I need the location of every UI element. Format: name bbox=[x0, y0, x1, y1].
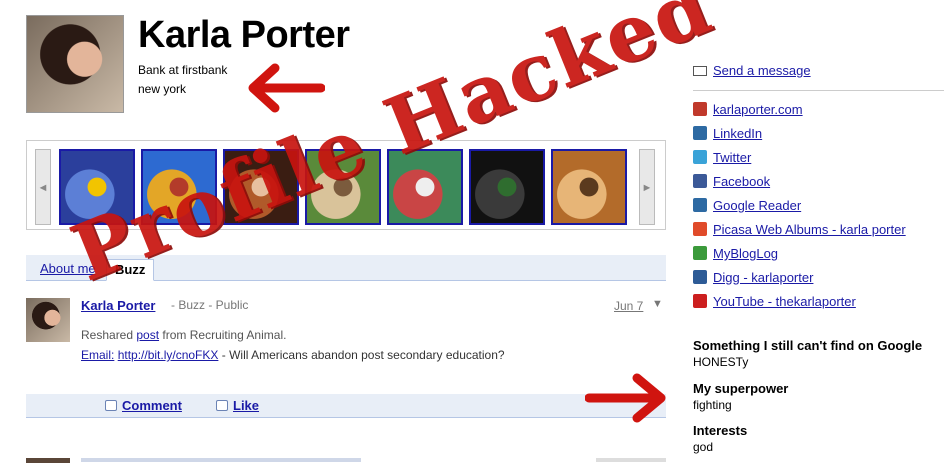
sidebar-divider bbox=[693, 90, 944, 91]
post-actions-bar: Comment Like bbox=[26, 394, 666, 418]
fact-heading: My superpower bbox=[693, 381, 789, 396]
strip-prev-button[interactable]: ◄ bbox=[35, 149, 51, 225]
next-post-avatar[interactable] bbox=[26, 458, 70, 463]
fact-heading: Interests bbox=[693, 423, 748, 438]
photo-thumbnail[interactable] bbox=[469, 149, 545, 225]
fact-value: HONESTy bbox=[693, 355, 749, 369]
profile-link-label[interactable]: Google Reader bbox=[713, 198, 801, 213]
profile-link-item[interactable]: Picasa Web Albums - karla porter bbox=[693, 222, 906, 246]
envelope-icon bbox=[693, 66, 707, 76]
linkedin-icon bbox=[693, 126, 707, 140]
profile-link-item[interactable]: Facebook bbox=[693, 174, 906, 198]
profile-link-label[interactable]: Facebook bbox=[713, 174, 770, 189]
profile-link-label[interactable]: MyBlogLog bbox=[713, 246, 778, 261]
profile-link-item[interactable]: Twitter bbox=[693, 150, 906, 174]
post-date-link[interactable]: Jun 7 bbox=[614, 299, 643, 313]
digg-icon bbox=[693, 270, 707, 284]
fact-value: god bbox=[693, 440, 714, 454]
fact-heading: Something I still can't find on Google bbox=[693, 338, 923, 353]
profile-photo[interactable] bbox=[26, 15, 124, 113]
like-label: Like bbox=[233, 398, 260, 413]
twitter-icon bbox=[693, 150, 707, 164]
comment-button[interactable]: Comment bbox=[105, 398, 182, 413]
youtube-icon bbox=[693, 294, 707, 308]
photo-thumbnail[interactable] bbox=[551, 149, 627, 225]
reshare-post-link[interactable]: post bbox=[136, 328, 159, 342]
post-author-link[interactable]: Karla Porter bbox=[81, 298, 155, 313]
post-avatar[interactable] bbox=[26, 298, 70, 342]
next-post-date bbox=[596, 458, 666, 462]
reshare-text: Reshared bbox=[81, 328, 137, 342]
profile-link-item[interactable]: karlaporter.com bbox=[693, 102, 906, 126]
profile-link-item[interactable]: Digg - karlaporter bbox=[693, 270, 906, 294]
like-icon bbox=[216, 400, 228, 411]
picasa-icon bbox=[693, 222, 707, 236]
profile-link-item[interactable]: Google Reader bbox=[693, 198, 906, 222]
google-reader-icon bbox=[693, 198, 707, 212]
comment-label: Comment bbox=[122, 398, 182, 413]
profile-link-label[interactable]: Twitter bbox=[713, 150, 751, 165]
strip-next-button[interactable]: ► bbox=[639, 149, 655, 225]
send-message-row[interactable]: Send a message bbox=[693, 63, 811, 78]
site-icon bbox=[693, 102, 707, 116]
profile-link-label[interactable]: YouTube - thekarlaporter bbox=[713, 294, 856, 309]
profile-sidebar: Send a message karlaporter.com LinkedIn Tw… bbox=[693, 0, 944, 463]
profile-location: new york bbox=[138, 82, 187, 96]
next-post-partial bbox=[26, 458, 666, 463]
post-menu-icon[interactable]: ▼ bbox=[652, 298, 663, 310]
facebook-icon bbox=[693, 174, 707, 188]
profile-link-item[interactable]: LinkedIn bbox=[693, 126, 906, 150]
comment-icon bbox=[105, 400, 117, 411]
profile-links-list: karlaporter.com LinkedIn Twitter Facebook Go… bbox=[693, 102, 906, 318]
profile-link-item[interactable]: MyBlogLog bbox=[693, 246, 906, 270]
post-body-text: - Will Americans abandon post secondary … bbox=[218, 348, 505, 362]
profile-name: Karla Porter bbox=[138, 14, 350, 56]
right-arrow-annotation bbox=[585, 373, 666, 423]
post-body-line: Email: http://bit.ly/cnoFKX - Will Ameri… bbox=[81, 348, 641, 362]
profile-link-item[interactable]: YouTube - thekarlaporter bbox=[693, 294, 906, 318]
profile-link-label[interactable]: LinkedIn bbox=[713, 126, 762, 141]
profile-link-label[interactable]: Digg - karlaporter bbox=[713, 270, 813, 285]
profile-link-label[interactable]: Picasa Web Albums - karla porter bbox=[713, 222, 906, 237]
email-label-link[interactable]: Email: bbox=[81, 348, 114, 362]
post-source: - Buzz - Public bbox=[171, 298, 249, 312]
like-button[interactable]: Like bbox=[216, 398, 259, 413]
profile-link-label[interactable]: karlaporter.com bbox=[713, 102, 803, 117]
left-arrow-annotation bbox=[248, 63, 325, 113]
post-reshare-line: Reshared post from Recruiting Animal. bbox=[81, 328, 641, 342]
profile-job: Bank at firstbank bbox=[138, 63, 228, 77]
next-post-header bbox=[81, 458, 361, 462]
fact-value: fighting bbox=[693, 398, 732, 412]
mybloglog-icon bbox=[693, 246, 707, 260]
send-message-link[interactable]: Send a message bbox=[713, 63, 811, 78]
reshare-from-text: from Recruiting Animal. bbox=[159, 328, 287, 342]
short-url-link[interactable]: http://bit.ly/cnoFKX bbox=[118, 348, 219, 362]
